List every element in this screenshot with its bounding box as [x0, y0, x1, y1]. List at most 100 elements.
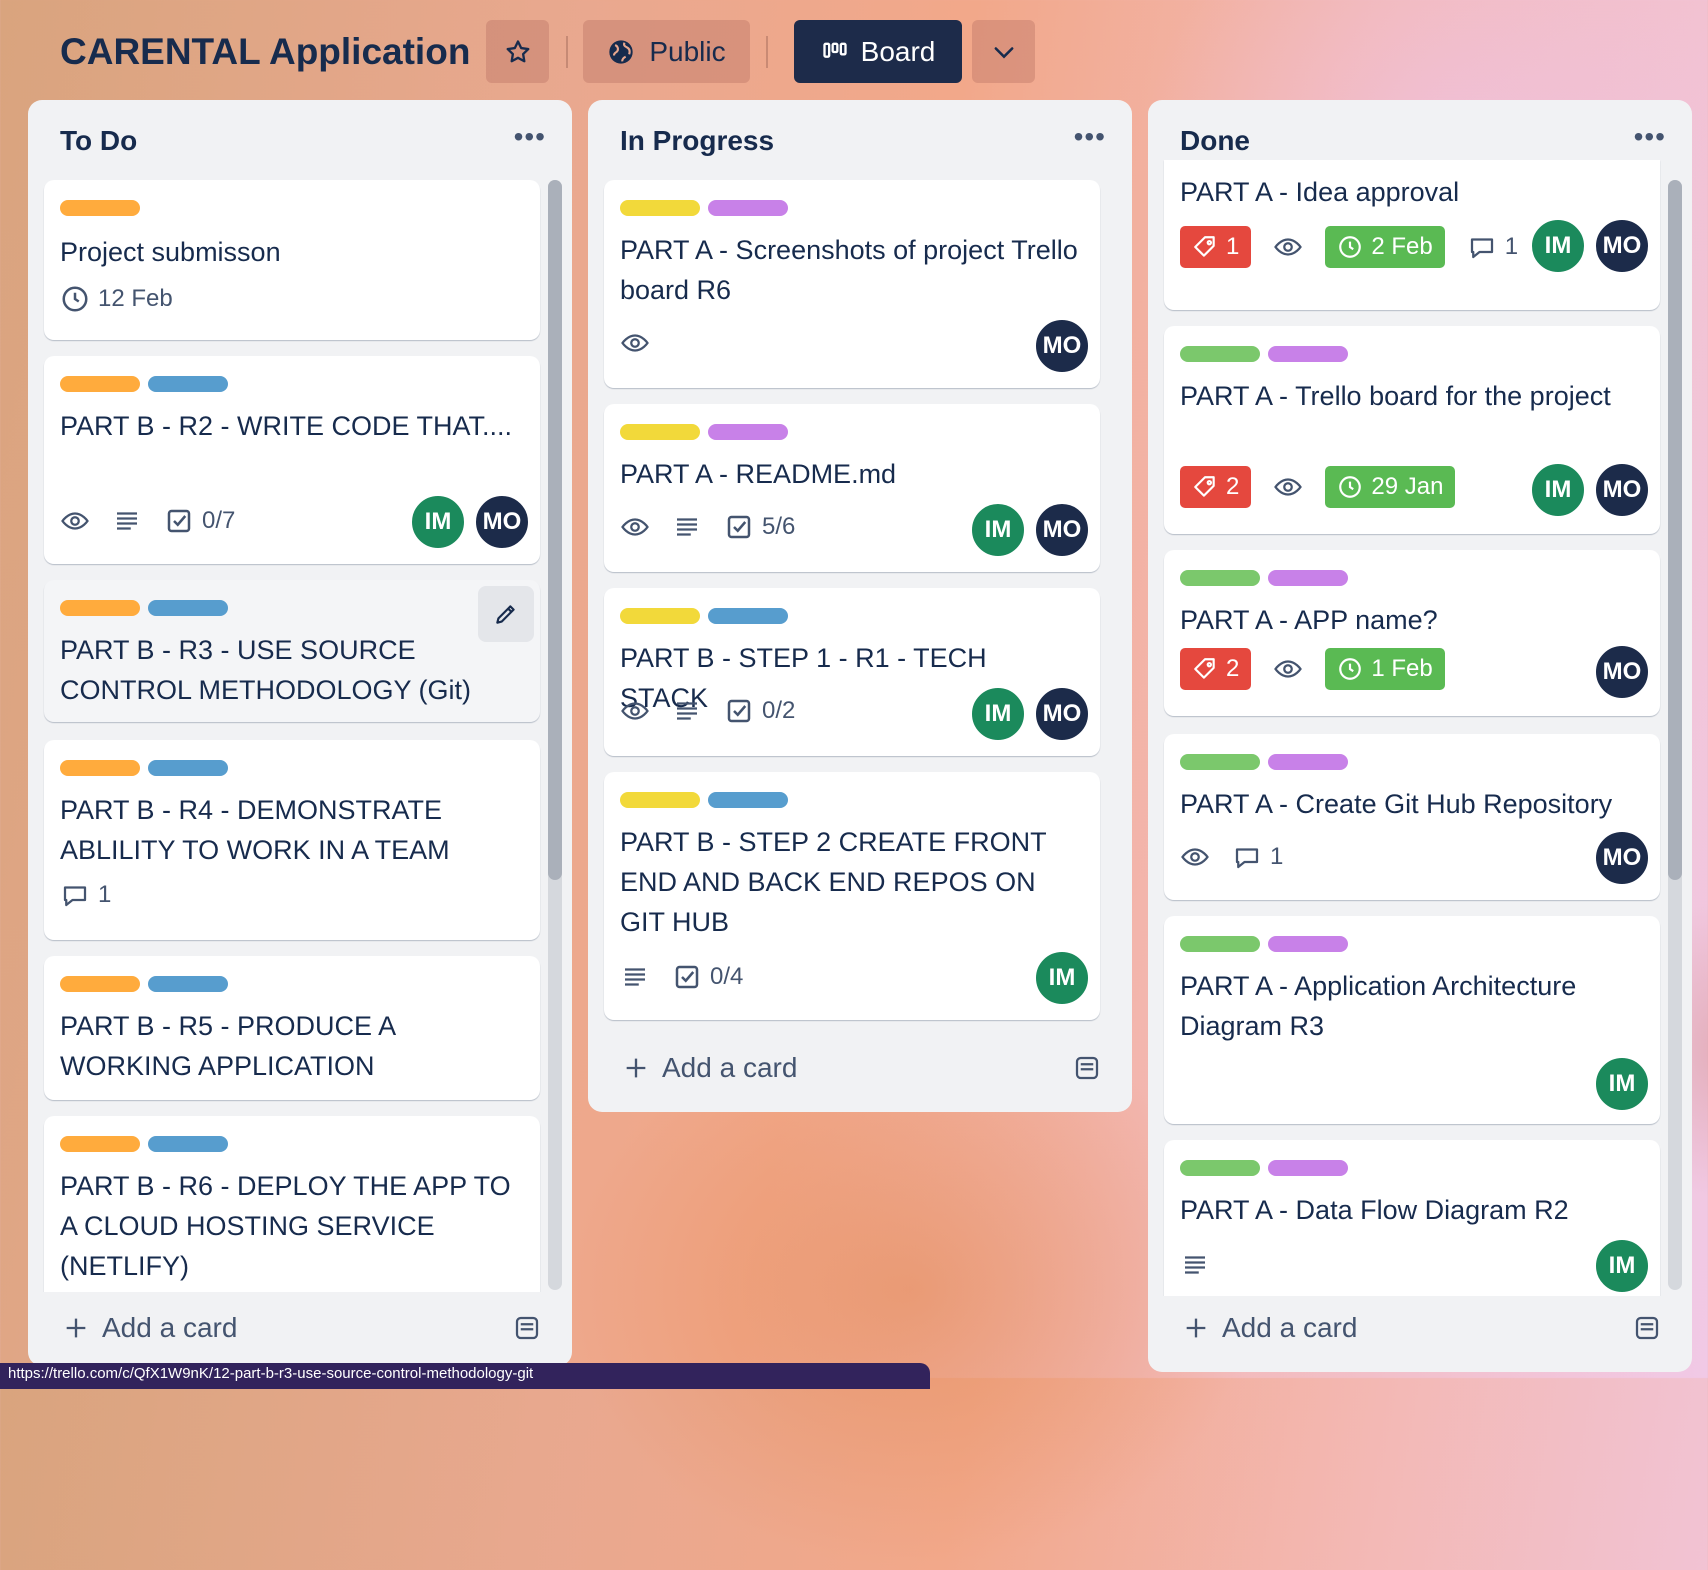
label-orange[interactable]: [60, 376, 140, 392]
label-blue[interactable]: [148, 600, 228, 616]
card[interactable]: PART A - Idea approval 1 2 Feb 1 IM MO: [1164, 160, 1660, 310]
label-blue[interactable]: [148, 976, 228, 992]
label-orange[interactable]: [60, 600, 140, 616]
avatar[interactable]: MO: [1594, 830, 1650, 886]
votes-badge[interactable]: 2: [1180, 466, 1252, 508]
board-title[interactable]: CARENTAL Application: [60, 28, 470, 76]
avatar[interactable]: MO: [1034, 318, 1090, 374]
label-purple[interactable]: [708, 424, 788, 440]
label-purple[interactable]: [1268, 936, 1348, 952]
avatar[interactable]: MO: [1594, 644, 1650, 700]
card-template-icon[interactable]: [1072, 1053, 1102, 1083]
label-blue[interactable]: [148, 760, 228, 776]
comments-badge[interactable]: 1: [60, 880, 111, 910]
label-yellow[interactable]: [620, 608, 700, 624]
checklist-badge[interactable]: 0/2: [724, 696, 795, 726]
checklist-badge[interactable]: 0/4: [672, 962, 743, 992]
due-date-badge[interactable]: 1 Feb: [1325, 648, 1445, 690]
card[interactable]: PART B - R5 - PRODUCE A WORKING APPLICAT…: [44, 956, 540, 1100]
label-purple[interactable]: [1268, 570, 1348, 586]
avatar[interactable]: IM: [970, 686, 1026, 742]
avatar[interactable]: MO: [1034, 502, 1090, 558]
card[interactable]: PART B - R6 - DEPLOY THE APP TO A CLOUD …: [44, 1116, 540, 1292]
label-blue[interactable]: [708, 608, 788, 624]
label-blue[interactable]: [148, 1136, 228, 1152]
card-template-icon[interactable]: [1632, 1313, 1662, 1343]
list-menu-icon[interactable]: •••: [514, 122, 546, 152]
card-template-icon[interactable]: [512, 1313, 542, 1343]
eye-icon: [1274, 660, 1303, 678]
view-switcher-button[interactable]: [972, 20, 1035, 83]
scrollbar[interactable]: [1668, 180, 1682, 1290]
label-yellow[interactable]: [620, 200, 700, 216]
list-menu-icon[interactable]: •••: [1074, 122, 1106, 152]
avatar[interactable]: IM: [1034, 950, 1090, 1006]
votes-badge[interactable]: 2: [1180, 648, 1252, 690]
card[interactable]: PART A - APP name? 2 1 Feb MO: [1164, 550, 1660, 716]
label-orange[interactable]: [60, 976, 140, 992]
label-purple[interactable]: [708, 200, 788, 216]
card[interactable]: PART B - STEP 2 CREATE FRONT END AND BAC…: [604, 772, 1100, 1020]
votes-badge[interactable]: 1: [1180, 226, 1252, 268]
list-title[interactable]: To Do: [60, 122, 137, 160]
scrollbar-thumb[interactable]: [1668, 180, 1682, 880]
label-purple[interactable]: [1268, 754, 1348, 770]
avatar[interactable]: IM: [410, 494, 466, 550]
label-blue[interactable]: [148, 376, 228, 392]
label-green[interactable]: [1180, 754, 1260, 770]
votes-count: 2: [1226, 473, 1240, 500]
checklist-badge[interactable]: 0/7: [164, 506, 235, 536]
add-card-button[interactable]: Add a card: [62, 1310, 237, 1346]
board-view-button[interactable]: Board: [794, 20, 962, 83]
label-orange[interactable]: [60, 1136, 140, 1152]
label-green[interactable]: [1180, 346, 1260, 362]
label-green[interactable]: [1180, 936, 1260, 952]
avatar[interactable]: MO: [1594, 218, 1650, 274]
card[interactable]: PART A - Screenshots of project Trello b…: [604, 180, 1100, 388]
card[interactable]: PART A - Data Flow Diagram R2 IM: [1164, 1140, 1660, 1296]
list-title[interactable]: Done: [1180, 122, 1250, 160]
card[interactable]: PART A - Create Git Hub Repository 1 MO: [1164, 734, 1660, 900]
list-menu-icon[interactable]: •••: [1634, 122, 1666, 152]
avatar[interactable]: IM: [1530, 218, 1586, 274]
scrollbar-thumb[interactable]: [548, 180, 562, 880]
avatar[interactable]: IM: [1594, 1056, 1650, 1112]
label-green[interactable]: [1180, 570, 1260, 586]
avatar[interactable]: MO: [1594, 462, 1650, 518]
label-orange[interactable]: [60, 760, 140, 776]
list-done: PART A - Idea approval 1 2 Feb 1 IM MO P…: [1148, 100, 1692, 1372]
card[interactable]: Project submisson 12 Feb: [44, 180, 540, 340]
star-button[interactable]: [486, 20, 549, 83]
visibility-button[interactable]: Public: [583, 20, 750, 83]
due-date-badge[interactable]: 2 Feb: [1325, 226, 1445, 268]
card[interactable]: PART A - Trello board for the project 2 …: [1164, 326, 1660, 534]
checklist-badge[interactable]: 5/6: [724, 512, 795, 542]
add-card-button[interactable]: Add a card: [622, 1050, 797, 1086]
due-date-badge[interactable]: 29 Jan: [1325, 466, 1456, 508]
label-green[interactable]: [1180, 1160, 1260, 1176]
card[interactable]: PART B - R2 - WRITE CODE THAT.... 0/7 IM…: [44, 356, 540, 564]
comments-badge[interactable]: 1: [1467, 232, 1518, 262]
avatar[interactable]: MO: [1034, 686, 1090, 742]
label-yellow[interactable]: [620, 792, 700, 808]
comments-badge[interactable]: 1: [1232, 842, 1283, 872]
card[interactable]: PART A - Application Architecture Diagra…: [1164, 916, 1660, 1124]
label-orange[interactable]: [60, 200, 140, 216]
card[interactable]: PART B - R4 - DEMONSTRATE ABLILITY TO WO…: [44, 740, 540, 940]
add-card-button[interactable]: Add a card: [1182, 1310, 1357, 1346]
avatar[interactable]: MO: [474, 494, 530, 550]
label-purple[interactable]: [1268, 346, 1348, 362]
edit-card-button[interactable]: [478, 586, 534, 642]
card[interactable]: PART B - R3 - USE SOURCE CONTROL METHODO…: [44, 580, 540, 722]
scrollbar[interactable]: [548, 180, 562, 1290]
avatar[interactable]: IM: [970, 502, 1026, 558]
label-yellow[interactable]: [620, 424, 700, 440]
avatar[interactable]: IM: [1530, 462, 1586, 518]
avatar[interactable]: IM: [1594, 1238, 1650, 1294]
label-blue[interactable]: [708, 792, 788, 808]
list-title[interactable]: In Progress: [620, 122, 774, 160]
label-purple[interactable]: [1268, 1160, 1348, 1176]
card[interactable]: PART A - README.md 5/6 IM MO: [604, 404, 1100, 572]
card[interactable]: PART B - STEP 1 - R1 - TECH STACK 0/2 IM…: [604, 588, 1100, 756]
due-date-badge[interactable]: 12 Feb: [60, 284, 173, 314]
